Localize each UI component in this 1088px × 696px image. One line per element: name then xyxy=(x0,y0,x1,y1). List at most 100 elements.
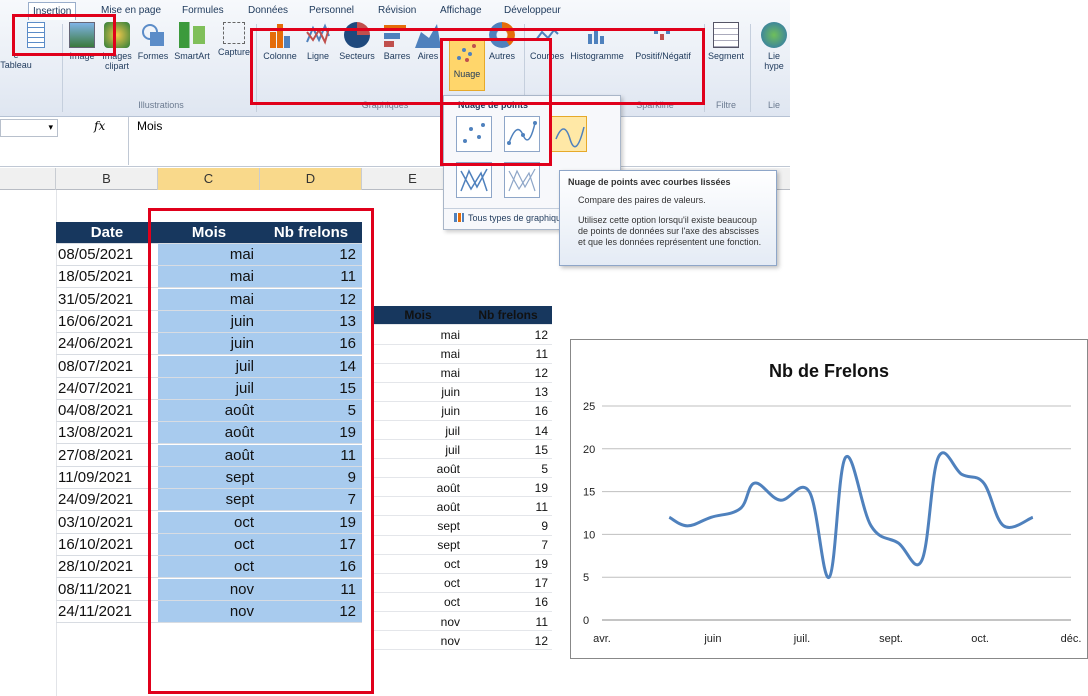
copy-nb-frelons-cell[interactable]: 14 xyxy=(464,422,552,440)
copy-mois-cell[interactable]: mai xyxy=(372,364,464,383)
copy-mois-cell[interactable]: mai xyxy=(372,326,464,345)
copy-nb-frelons-cell[interactable]: 17 xyxy=(464,574,552,593)
copy-mois-cell[interactable]: oct xyxy=(372,574,464,593)
shapes-icon xyxy=(140,22,166,48)
ribbon-tabs: Insertion Mise en page Formules Données … xyxy=(0,0,790,20)
all-chart-types-label: Tous types de graphiques xyxy=(468,213,571,223)
copy-mois-cell[interactable]: août xyxy=(372,479,464,498)
copy-header-nb-frelons[interactable]: Nb frelons xyxy=(464,306,552,325)
copy-mois-cell[interactable]: juil xyxy=(372,422,464,440)
formes-button[interactable]: Formes xyxy=(136,22,170,61)
highlight-insertion-tab xyxy=(12,14,116,56)
tab-affichage[interactable]: Affichage xyxy=(436,2,486,20)
tooltip-title: Nuage de points avec courbes lissées xyxy=(568,177,731,187)
slicer-icon xyxy=(713,22,739,48)
copy-mois-cell[interactable]: juin xyxy=(372,383,464,402)
camera-icon xyxy=(223,22,245,44)
copy-mois-cell[interactable]: sept xyxy=(372,536,464,555)
name-box[interactable]: ▾ xyxy=(0,119,58,137)
x-tick-label: déc. xyxy=(1061,633,1082,645)
chart-object[interactable]: Nb de Frelons 0 5 10 15 20 25 avr. juin juil. se… xyxy=(570,339,1088,659)
copy-nb-frelons-cell[interactable]: 7 xyxy=(464,536,552,555)
date-cell[interactable]: 24/06/2021 xyxy=(56,333,158,356)
copy-mois-cell[interactable]: août xyxy=(372,498,464,517)
smartart-button[interactable]: SmartArt xyxy=(170,22,214,61)
capture-button[interactable]: Capture xyxy=(214,22,254,57)
copy-header-mois[interactable]: Mois xyxy=(372,306,464,325)
column-header-b[interactable]: B xyxy=(56,168,158,190)
scatter-straight-markers-option[interactable] xyxy=(456,162,492,198)
date-cell[interactable]: 08/07/2021 xyxy=(56,356,158,378)
date-cell[interactable]: 11/09/2021 xyxy=(56,467,158,489)
chevron-down-icon: ▾ xyxy=(48,122,53,132)
date-cell[interactable]: 31/05/2021 xyxy=(56,289,158,311)
x-tick-label: oct. xyxy=(971,633,989,645)
copy-mois-cell[interactable]: oct xyxy=(372,593,464,612)
copy-nb-frelons-cell[interactable]: 13 xyxy=(464,383,552,402)
tab-personnel[interactable]: Personnel xyxy=(305,2,358,20)
lien-button[interactable]: Lie hype xyxy=(758,22,790,71)
y-tick-label: 20 xyxy=(583,444,595,456)
copy-mois-cell[interactable]: août xyxy=(372,460,464,479)
group-liens: Lie xyxy=(767,100,780,110)
scatter-smooth-lines-option[interactable] xyxy=(551,116,587,152)
copy-nb-frelons-cell[interactable]: 11 xyxy=(464,498,552,517)
copy-mois-cell[interactable]: juin xyxy=(372,402,464,421)
date-cell[interactable]: 03/10/2021 xyxy=(56,512,158,534)
chart-y-ticks: 0 5 10 15 20 25 xyxy=(583,401,595,627)
date-cell[interactable]: 13/08/2021 xyxy=(56,422,158,445)
chart-svg: Nb de Frelons 0 5 10 15 20 25 avr. juin juil. se… xyxy=(583,361,1082,645)
copy-mois-cell[interactable]: juil xyxy=(372,441,464,460)
scatter-straight-lines-icon xyxy=(508,168,536,192)
date-cell[interactable]: 16/10/2021 xyxy=(56,534,158,556)
highlight-nuage-dropdown xyxy=(440,38,552,166)
copy-nb-frelons-cell[interactable]: 19 xyxy=(464,555,552,574)
y-tick-label: 15 xyxy=(583,487,595,499)
date-cell[interactable]: 08/11/2021 xyxy=(56,579,158,601)
tooltip-body: Utilisez cette option lorsqu'il existe b… xyxy=(578,215,762,247)
tab-developpeur[interactable]: Développeur xyxy=(500,2,565,20)
chart-types-icon xyxy=(454,213,464,222)
date-cell[interactable]: 24/07/2021 xyxy=(56,378,158,400)
segment-label: Segment xyxy=(707,51,745,61)
copy-nb-frelons-cell[interactable]: 5 xyxy=(464,460,552,479)
copy-nb-frelons-cell[interactable]: 16 xyxy=(464,593,552,612)
group-filtre: Filtre xyxy=(716,100,736,110)
copy-nb-frelons-cell[interactable]: 12 xyxy=(464,326,552,345)
copy-nb-frelons-cell[interactable]: 19 xyxy=(464,479,552,498)
corner-cell[interactable] xyxy=(0,168,56,190)
tooltip-summary: Compare des paires de valeurs. xyxy=(578,195,706,205)
header-date[interactable]: Date xyxy=(56,222,158,244)
date-cell[interactable]: 04/08/2021 xyxy=(56,400,158,423)
x-tick-label: sept. xyxy=(879,633,903,645)
x-tick-label: juin xyxy=(703,633,721,645)
date-cell[interactable]: 16/06/2021 xyxy=(56,311,158,333)
segment-button[interactable]: Segment xyxy=(706,22,746,61)
copy-nb-frelons-cell[interactable]: 12 xyxy=(464,364,552,383)
date-cell[interactable]: 24/09/2021 xyxy=(56,489,158,512)
copy-mois-cell[interactable]: nov xyxy=(372,632,464,651)
copy-nb-frelons-cell[interactable]: 15 xyxy=(464,441,552,460)
column-header-c[interactable]: C xyxy=(158,168,260,190)
scatter-smooth-lines-icon xyxy=(555,126,585,148)
tab-revision[interactable]: Révision xyxy=(374,2,420,20)
copy-mois-cell[interactable]: oct xyxy=(372,555,464,574)
copy-mois-cell[interactable]: mai xyxy=(372,345,464,364)
copy-mois-cell[interactable]: nov xyxy=(372,613,464,631)
date-cell[interactable]: 08/05/2021 xyxy=(56,244,158,266)
smartart-label: SmartArt xyxy=(174,51,210,61)
copy-nb-frelons-cell[interactable]: 11 xyxy=(464,345,552,364)
copy-nb-frelons-cell[interactable]: 11 xyxy=(464,613,552,631)
column-header-d[interactable]: D xyxy=(260,168,362,190)
date-cell[interactable]: 18/05/2021 xyxy=(56,266,158,289)
tab-formules[interactable]: Formules xyxy=(178,2,228,20)
copy-mois-cell[interactable]: sept xyxy=(372,517,464,536)
copy-nb-frelons-cell[interactable]: 16 xyxy=(464,402,552,421)
date-cell[interactable]: 27/08/2021 xyxy=(56,445,158,467)
copy-nb-frelons-cell[interactable]: 12 xyxy=(464,632,552,651)
date-cell[interactable]: 28/10/2021 xyxy=(56,556,158,579)
copy-nb-frelons-cell[interactable]: 9 xyxy=(464,517,552,536)
tab-donnees[interactable]: Données xyxy=(244,2,292,20)
scatter-straight-lines-option[interactable] xyxy=(504,162,540,198)
date-cell[interactable]: 24/11/2021 xyxy=(56,601,158,623)
